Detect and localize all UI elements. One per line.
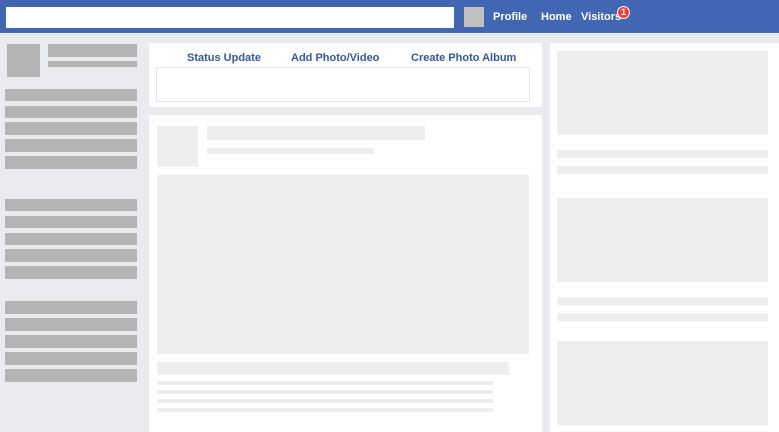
- post-text-line: [157, 390, 493, 394]
- post-author-placeholder[interactable]: [207, 126, 425, 140]
- right-widget-image[interactable]: [557, 341, 768, 425]
- sidebar-item[interactable]: [5, 106, 137, 118]
- right-widget-text-line: [557, 150, 768, 158]
- sidebar-item[interactable]: [5, 249, 137, 262]
- composer-tab-status-update[interactable]: Status Update: [187, 52, 261, 64]
- top-avatar[interactable]: [464, 7, 484, 27]
- sidebar-item[interactable]: [5, 335, 137, 348]
- post-timestamp-placeholder: [207, 148, 374, 154]
- sidebar-profile-name-placeholder[interactable]: [48, 44, 137, 57]
- sidebar-item[interactable]: [5, 318, 137, 331]
- post-caption-placeholder: [157, 362, 509, 375]
- right-widget-text-line: [557, 297, 768, 305]
- sidebar-avatar[interactable]: [7, 44, 40, 77]
- top-navigation-bar: Profile Home Visitors 1: [0, 0, 779, 33]
- sidebar-item[interactable]: [5, 122, 137, 135]
- post-avatar[interactable]: [157, 126, 198, 167]
- sidebar-item[interactable]: [5, 369, 137, 382]
- sidebar-item[interactable]: [5, 199, 137, 211]
- sidebar-item[interactable]: [5, 216, 137, 228]
- right-widget-text-line: [557, 313, 768, 321]
- post-text-line: [157, 399, 493, 403]
- visitors-notification-badge[interactable]: 1: [617, 6, 630, 19]
- post-text-line: [157, 381, 493, 385]
- post-text-line: [157, 408, 493, 412]
- sidebar-item[interactable]: [5, 139, 137, 152]
- sidebar-profile-subtitle-placeholder: [48, 61, 137, 67]
- nav-home-link[interactable]: Home: [541, 11, 572, 23]
- sidebar-item[interactable]: [5, 266, 137, 279]
- nav-visitors-link[interactable]: Visitors: [581, 11, 621, 23]
- composer-input[interactable]: [156, 67, 530, 102]
- right-widget-image[interactable]: [557, 198, 768, 282]
- sidebar-item[interactable]: [5, 156, 137, 169]
- sidebar-item[interactable]: [5, 301, 137, 314]
- sidebar-item[interactable]: [5, 89, 137, 101]
- sidebar-item[interactable]: [5, 233, 137, 245]
- sidebar-item[interactable]: [5, 352, 137, 365]
- composer-tab-create-photo-album[interactable]: Create Photo Album: [411, 52, 516, 64]
- composer-tab-add-photo-video[interactable]: Add Photo/Video: [291, 52, 379, 64]
- post-image-placeholder[interactable]: [157, 175, 529, 354]
- right-widget-text-line: [557, 166, 768, 174]
- nav-profile-link[interactable]: Profile: [493, 11, 527, 23]
- search-input[interactable]: [6, 7, 454, 28]
- right-widget-image[interactable]: [557, 51, 768, 135]
